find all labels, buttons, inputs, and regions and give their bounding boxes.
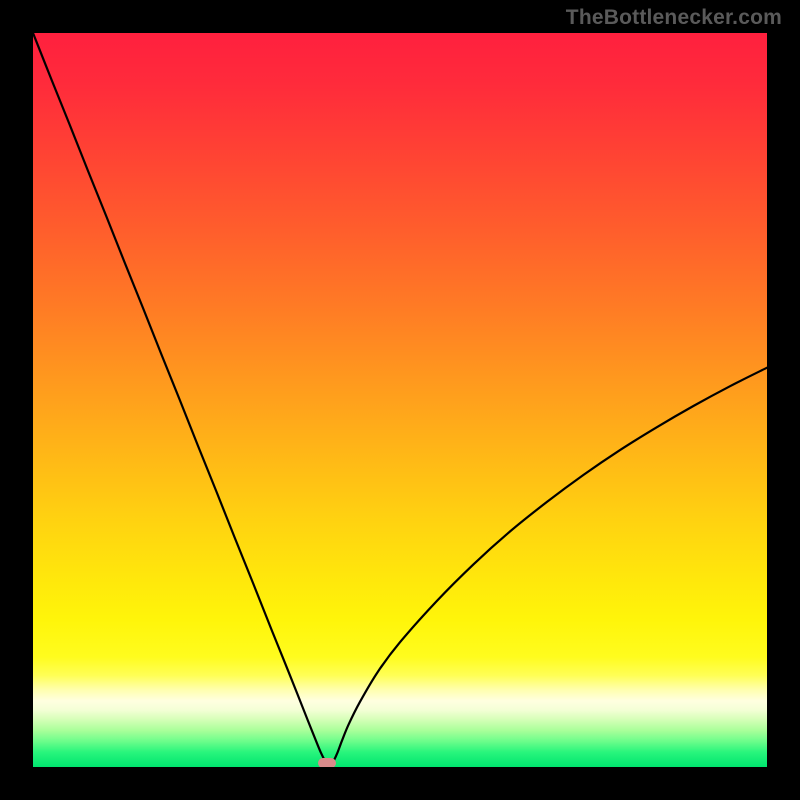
plot-area bbox=[33, 33, 767, 767]
watermark-text: TheBottlenecker.com bbox=[566, 6, 782, 30]
chart-stage: TheBottlenecker.com bbox=[0, 0, 800, 800]
bottleneck-curve bbox=[33, 33, 767, 766]
optimal-point-marker bbox=[318, 758, 336, 767]
curve-layer bbox=[33, 33, 767, 767]
